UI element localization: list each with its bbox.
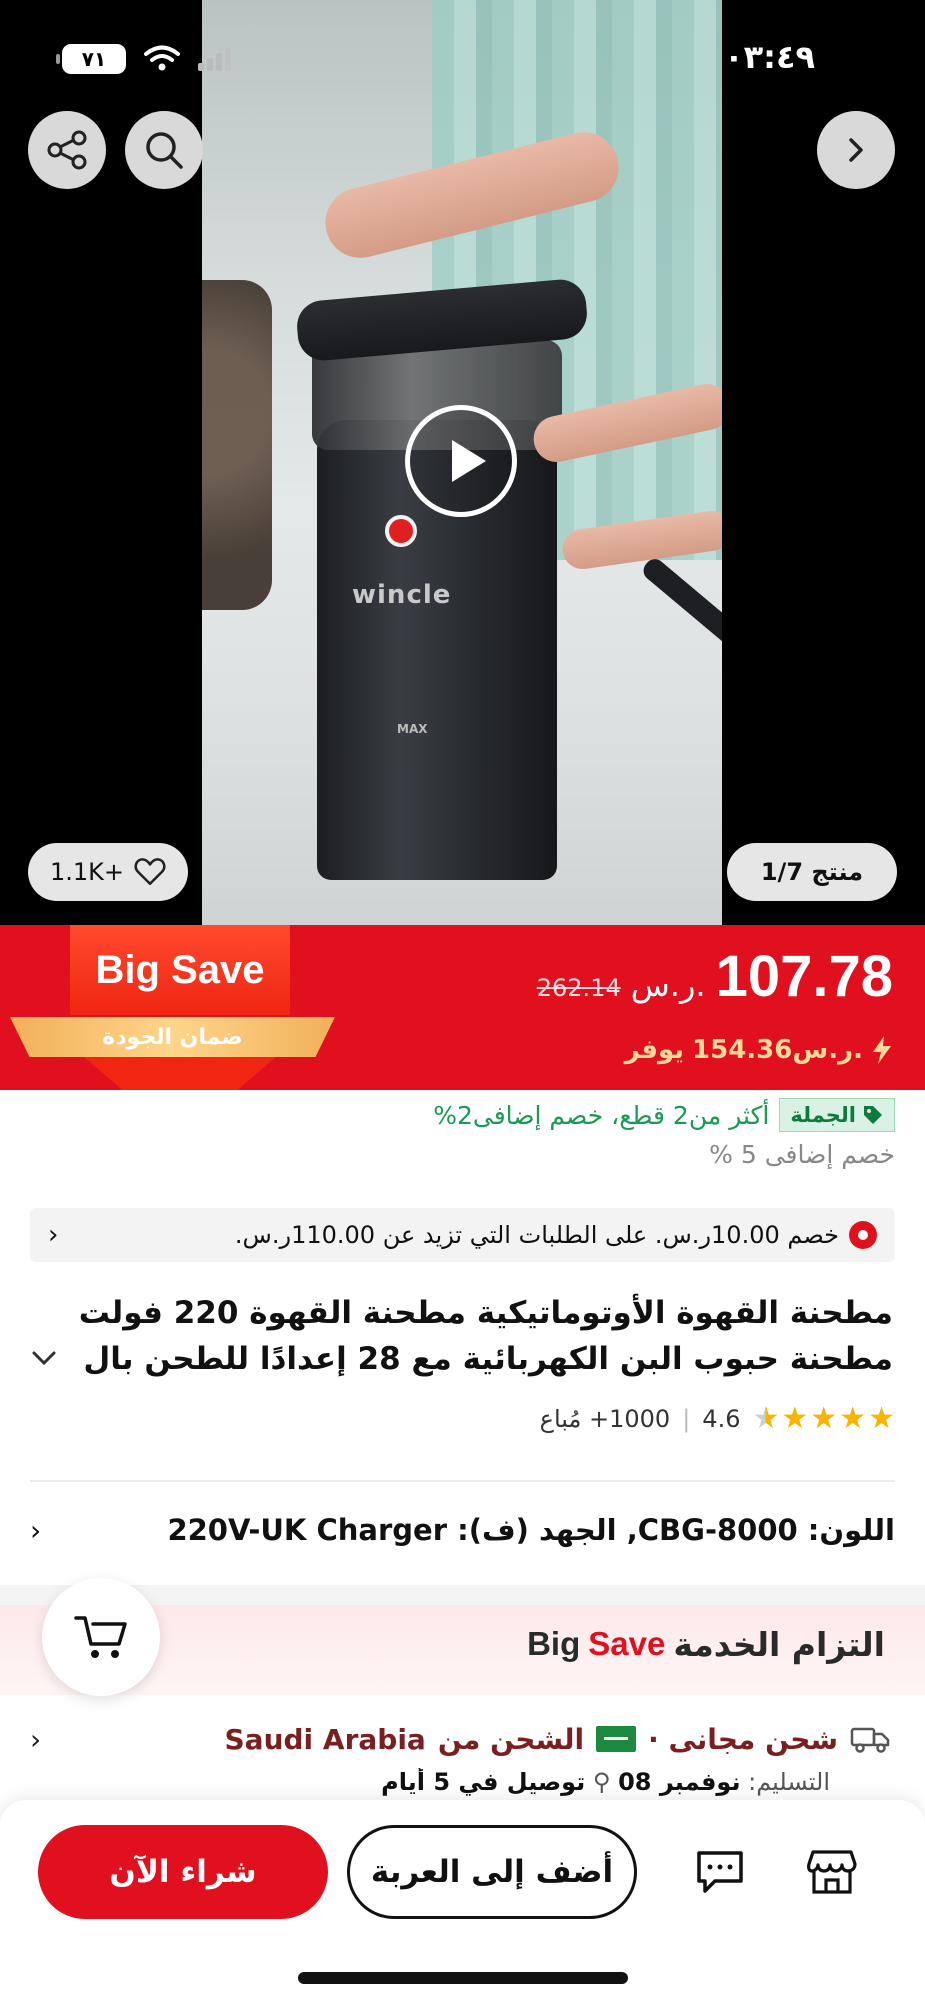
share-icon — [47, 130, 87, 170]
expand-title-button[interactable] — [30, 1348, 58, 1373]
bottom-action-bar: شراء الآن أضف إلى العربة — [0, 1800, 925, 2000]
star-icon: ★ — [781, 1401, 809, 1436]
share-button[interactable] — [28, 111, 106, 189]
wholesale-text: أكثر من2 قطع، خصم إضافى2% — [433, 1100, 770, 1130]
grinder-power-button — [385, 515, 417, 547]
service-title: التزام الخدمة Big Save — [527, 1625, 885, 1664]
chevron-left-icon: ‹ — [30, 1722, 42, 1756]
like-count: 1.1K+ — [50, 858, 125, 886]
shipping-row[interactable]: شحن مجانى · الشحن من Saudi Arabia ‹ — [30, 1715, 890, 1763]
chevron-left-icon: ‹ — [48, 1220, 59, 1250]
wifi-icon — [144, 45, 180, 73]
rating-separator: | — [682, 1405, 691, 1433]
rating-row[interactable]: ★ ★ ★ ★ ★ 4.6 | 1000+ مُباع — [540, 1404, 895, 1434]
delivery-row: التسليم: نوفمبر 08 ⚲ توصيل في 5 أيام — [381, 1768, 830, 1798]
variant-text: اللون: CBG-8000, الجهد (ف): 220V-UK Char… — [167, 1513, 895, 1547]
star-icon: ★ — [868, 1401, 895, 1436]
big-save-title: Big Save — [70, 925, 290, 1015]
status-time: ٠٣:٤٩ — [724, 38, 815, 76]
buy-now-button[interactable]: شراء الآن — [38, 1825, 328, 1919]
cleaning-brush — [639, 555, 722, 707]
badge-tail — [84, 1057, 276, 1090]
chevron-down-icon — [32, 1351, 56, 1366]
star-icon: ★ — [810, 1401, 838, 1436]
product-title: مطحنة القهوة الأوتوماتيكية مطحنة القهوة … — [78, 1295, 893, 1377]
shipping-from-label: الشحن من — [437, 1722, 585, 1756]
free-shipping-label: شحن مجانى · — [648, 1722, 838, 1756]
service-brand-part1: Big — [527, 1625, 581, 1662]
rating-score: 4.6 — [702, 1405, 741, 1433]
heart-icon — [134, 858, 166, 886]
max-mark: MAX — [397, 722, 428, 736]
coupon-bar[interactable]: خصم 10.00ر.س. على الطلبات التي تزيد عن 1… — [30, 1208, 895, 1262]
chat-icon — [697, 1851, 743, 1893]
star-icon: ★ — [839, 1401, 867, 1436]
service-brand: Big Save — [527, 1625, 665, 1664]
quality-guarantee-ribbon: ضمان الجودة — [10, 1017, 335, 1057]
play-icon[interactable] — [405, 405, 517, 517]
saudi-flag-icon — [596, 1726, 637, 1752]
home-indicator — [298, 1972, 628, 1984]
big-save-badge: Big Save ضمان الجودة — [10, 925, 335, 1090]
battery-icon: ٧١ — [56, 44, 126, 74]
savings-label: يوفر — [624, 1035, 685, 1065]
extra-discount: خصم إضافى 5 % — [709, 1140, 895, 1169]
status-icons: ٧١ — [56, 44, 231, 74]
store-icon — [807, 1850, 857, 1894]
truck-icon — [850, 1727, 890, 1753]
product-brand-mark: wincle — [352, 580, 452, 610]
delivery-label: التسليم: — [748, 1768, 830, 1796]
tag-icon — [864, 1106, 882, 1124]
chevron-right-icon — [849, 138, 863, 162]
delivery-date: نوفمبر 08 — [618, 1768, 741, 1796]
cellular-signal-icon — [198, 47, 231, 71]
media-counter: منتج 1/7 — [727, 843, 897, 901]
delivery-eta: توصيل في 5 أيام — [381, 1768, 586, 1796]
coupon-tag-icon — [849, 1221, 877, 1249]
coffee-jar — [202, 280, 272, 610]
product-media[interactable]: wincle MAX ٠٣:٤٩ ٧١ 1.1K+ منتج 1/7 — [0, 0, 925, 925]
back-button[interactable] — [817, 111, 895, 189]
lightning-icon — [873, 1036, 891, 1064]
search-icon — [146, 132, 183, 169]
chat-button[interactable] — [688, 1840, 752, 1904]
wholesale-badge-label: الجملة — [790, 1103, 856, 1127]
savings-amount: 154.36ر.س. — [692, 1035, 863, 1065]
savings-row: يوفر 154.36ر.س. — [625, 1035, 893, 1065]
wholesale-row: الجملة أكثر من2 قطع، خصم إضافى2% — [433, 1098, 895, 1132]
sold-count: 1000+ مُباع — [539, 1405, 671, 1433]
original-price: 262.14 — [536, 974, 621, 1002]
price-group: 262.14 ر.س. 107.78 — [537, 943, 893, 1010]
chevron-left-icon: ‹ — [30, 1513, 42, 1547]
rating-stars: ★ ★ ★ ★ ★ — [752, 1404, 895, 1434]
shipping-country: Saudi Arabia — [224, 1722, 426, 1756]
wholesale-badge: الجملة — [779, 1098, 895, 1132]
currency-label: ر.س. — [630, 966, 706, 1004]
variant-selector[interactable]: اللون: CBG-8000, الجهد (ف): 220V-UK Char… — [30, 1505, 895, 1555]
cart-icon — [74, 1616, 127, 1658]
store-button[interactable] — [800, 1840, 864, 1904]
star-icon: ★ — [752, 1401, 780, 1436]
add-to-cart-button[interactable]: أضف إلى العربة — [347, 1825, 637, 1919]
like-button[interactable]: 1.1K+ — [28, 843, 188, 901]
location-pin-icon: ⚲ — [592, 1768, 611, 1796]
price-banner: Big Save ضمان الجودة 262.14 ر.س. 107.78 … — [0, 925, 925, 1090]
floating-cart-button[interactable] — [42, 1578, 160, 1696]
coupon-text: خصم 10.00ر.س. على الطلبات التي تزيد عن 1… — [234, 1221, 839, 1249]
current-price: 107.78 — [715, 944, 893, 1009]
service-title-text: التزام الخدمة — [673, 1625, 885, 1664]
divider — [30, 1480, 895, 1482]
search-button[interactable] — [125, 111, 203, 189]
service-brand-part2: Save — [588, 1625, 666, 1662]
